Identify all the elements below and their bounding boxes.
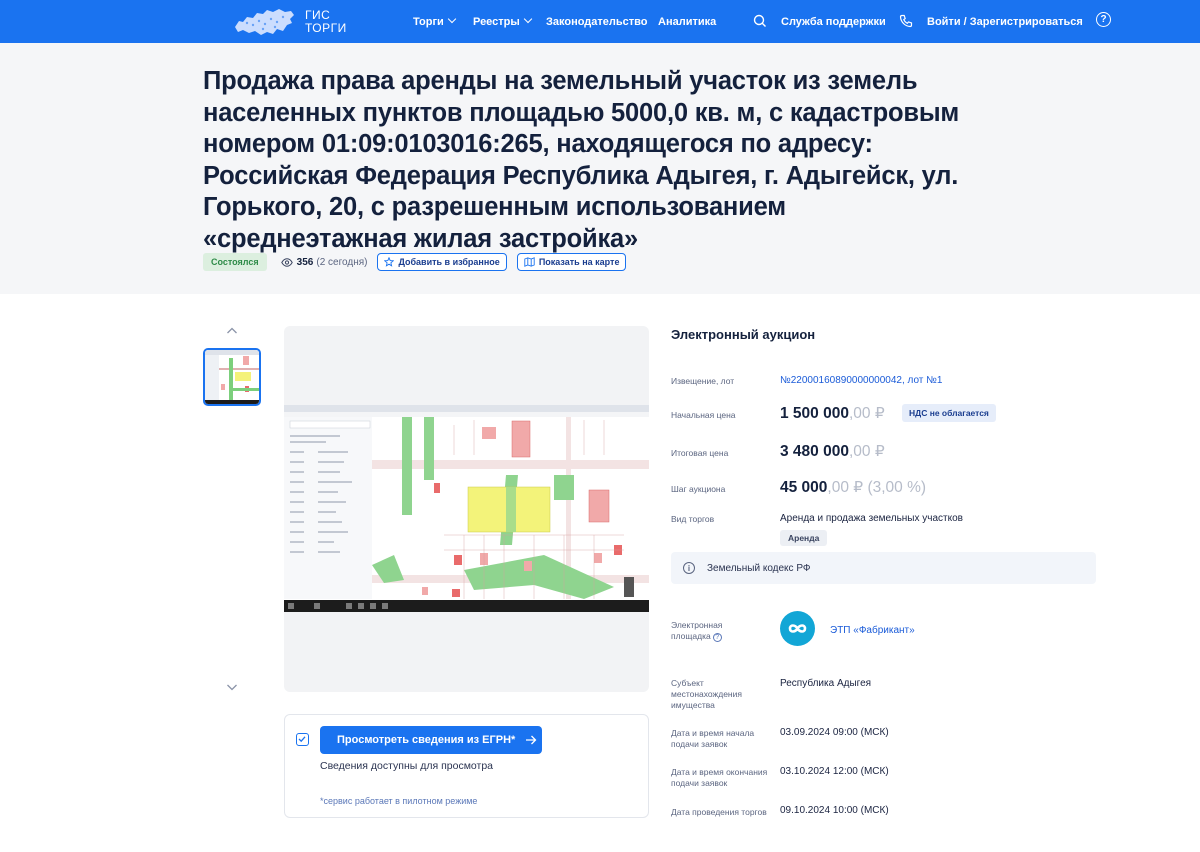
cadastral-map-screenshot bbox=[284, 405, 649, 612]
nav-reestry-label: Реестры bbox=[473, 15, 520, 28]
nav-torgi[interactable]: Торги bbox=[413, 0, 457, 43]
question-icon[interactable]: ? bbox=[712, 633, 722, 642]
checkmark-icon bbox=[298, 736, 306, 743]
gallery-prev-icon[interactable] bbox=[226, 325, 238, 337]
platform-label-line1: Электронная bbox=[671, 620, 723, 630]
land-code-note: i Земельный кодекс РФ bbox=[671, 552, 1096, 584]
nav-reestry[interactable]: Реестры bbox=[473, 0, 533, 43]
support-label: Служба поддержки bbox=[781, 15, 886, 28]
view-egrn-button[interactable]: Просмотреть сведения из ЕГРН* bbox=[320, 726, 542, 754]
auction-date-value: 09.10.2024 10:00 (МСК) bbox=[780, 805, 889, 816]
search-icon[interactable] bbox=[752, 13, 768, 29]
arrow-right-icon bbox=[526, 735, 537, 745]
views-count: 356 bbox=[296, 256, 314, 268]
login-label: Войти / Зарегистрироваться bbox=[927, 15, 1083, 28]
thumbnail-image bbox=[205, 350, 259, 404]
page-title: Продажа права аренды на земельный участо… bbox=[203, 67, 960, 253]
help-glyph: ? bbox=[1100, 14, 1107, 25]
nav-zakonodatelstvo-label: Законодательство bbox=[546, 15, 648, 28]
platform-label: Электронная площадка? bbox=[671, 620, 771, 642]
vat-badge: НДС не облагается bbox=[902, 404, 996, 422]
add-favorite-button[interactable]: Добавить в избранное bbox=[377, 253, 507, 271]
final-price: 3 480 000,00 ₽ bbox=[780, 442, 885, 461]
etp-fabrikant-logo[interactable] bbox=[780, 611, 815, 646]
final-price-frac: ,00 ₽ bbox=[848, 443, 885, 460]
step-label: Шаг аукциона bbox=[671, 484, 726, 494]
start-date-label: Дата и время начала подачи заявок bbox=[671, 728, 755, 749]
subject-label: Субъект местонахождения имущества bbox=[671, 678, 742, 710]
step-frac: ,00 ₽ (3,00 %) bbox=[827, 479, 927, 496]
start-price-label: Начальная цена bbox=[671, 410, 736, 420]
eye-icon bbox=[280, 257, 293, 267]
top-header: ГИС ТОРГИ Торги Реестры Законодательство… bbox=[0, 0, 1200, 43]
start-date-value: 03.09.2024 09:00 (МСК) bbox=[780, 727, 889, 738]
auction-step: 45 000,00 ₽ (3,00 %) bbox=[780, 478, 926, 497]
views-counter: 356 (2 сегодня) bbox=[280, 256, 368, 268]
gallery-next-icon[interactable] bbox=[226, 681, 238, 693]
start-price-frac: ,00 ₽ bbox=[848, 405, 885, 422]
end-date-value: 03.10.2024 12:00 (МСК) bbox=[780, 766, 889, 777]
star-icon bbox=[384, 257, 395, 267]
infinity-icon bbox=[788, 624, 807, 633]
egrn-info-text: Сведения доступны для просмотра bbox=[320, 760, 494, 772]
show-on-map-button[interactable]: Показать на карте bbox=[516, 253, 627, 271]
russia-map-icon bbox=[235, 8, 294, 35]
logo-line-1: ГИС bbox=[305, 7, 331, 22]
logo-text: ГИС ТОРГИ bbox=[305, 7, 347, 35]
main-image[interactable] bbox=[284, 405, 649, 612]
subject-value: Республика Адыгея bbox=[780, 678, 872, 689]
land-code-text: Земельный кодекс РФ bbox=[707, 562, 811, 574]
start-price-int: 1 500 000 bbox=[780, 405, 849, 422]
login-link[interactable]: Войти / Зарегистрироваться bbox=[927, 0, 1083, 43]
end-date-label: Дата и время окончания подачи заявок bbox=[671, 767, 768, 788]
status-badge: Состоялся bbox=[203, 253, 267, 271]
gis-torgi-logo[interactable]: ГИС ТОРГИ bbox=[233, 5, 347, 38]
final-price-int: 3 480 000 bbox=[780, 443, 849, 460]
info-icon: i bbox=[683, 562, 695, 574]
auction-type-heading: Электронный аукцион bbox=[671, 327, 816, 342]
platform-link[interactable]: ЭТП «Фабрикант» bbox=[830, 625, 915, 636]
nav-analitika-label: Аналитика bbox=[658, 15, 717, 28]
view-egrn-label: Просмотреть сведения из ЕГРН* bbox=[337, 734, 516, 746]
chevron-down-icon bbox=[523, 14, 533, 23]
platform-label-line2: площадка bbox=[671, 631, 711, 641]
map-icon bbox=[524, 257, 535, 267]
egrn-pilot-note: *сервис работает в пилотном режиме bbox=[320, 796, 478, 806]
notice-label: Извещение, лот bbox=[671, 376, 735, 386]
phone-icon[interactable] bbox=[898, 13, 914, 29]
trade-kind-label: Вид торгов bbox=[671, 514, 715, 524]
egrn-check-icon bbox=[296, 733, 309, 746]
nav-zakonodatelstvo[interactable]: Законодательство bbox=[546, 0, 648, 43]
show-on-map-label: Показать на карте bbox=[538, 257, 620, 267]
final-price-label: Итоговая цена bbox=[671, 448, 729, 458]
step-int: 45 000 bbox=[780, 479, 828, 496]
nav-analitika[interactable]: Аналитика bbox=[658, 0, 716, 43]
start-price: 1 500 000,00 ₽ bbox=[780, 404, 885, 423]
egrn-card: Просмотреть сведения из ЕГРН* Сведения д… bbox=[284, 714, 649, 818]
gallery-thumbnail[interactable] bbox=[203, 348, 261, 406]
support-link[interactable]: Служба поддержки bbox=[781, 0, 886, 43]
auction-date-label: Дата проведения торгов bbox=[671, 807, 767, 817]
nav-torgi-label: Торги bbox=[413, 15, 444, 28]
notice-link[interactable]: №22000160890000000042, лот №1 bbox=[780, 375, 942, 386]
chevron-down-icon bbox=[447, 14, 457, 23]
trade-kind-value: Аренда и продажа земельных участков bbox=[780, 513, 963, 524]
help-icon[interactable]: ? bbox=[1096, 12, 1111, 27]
logo-line-2: ТОРГИ bbox=[305, 20, 347, 35]
views-today: (2 сегодня) bbox=[316, 256, 368, 268]
add-favorite-label: Добавить в избранное bbox=[398, 257, 500, 267]
trade-kind-tag: Аренда bbox=[780, 530, 828, 546]
lot-meta-row: Состоялся 356 (2 сегодня) Добавить в изб… bbox=[203, 253, 627, 271]
